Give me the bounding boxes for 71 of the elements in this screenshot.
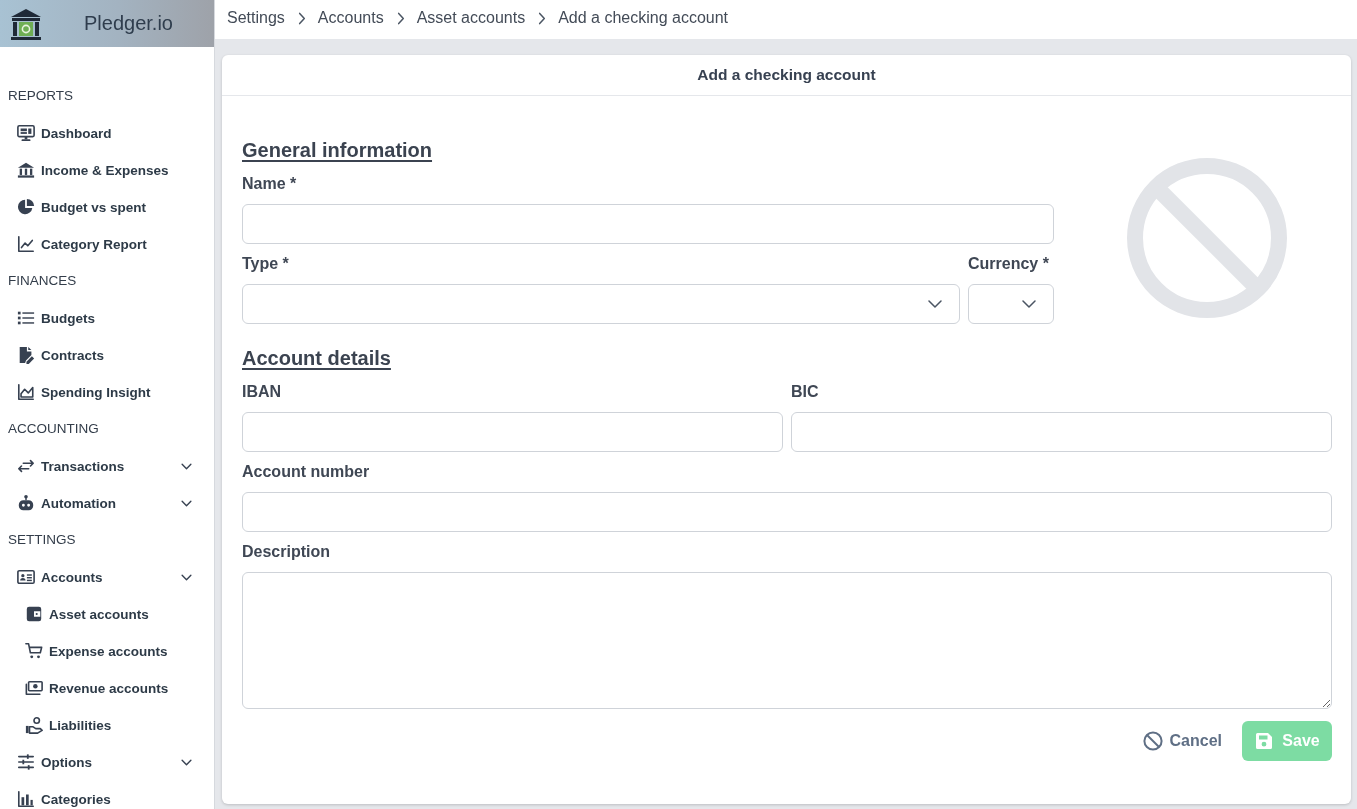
field-label: Description	[242, 542, 331, 562]
nav-subitem[interactable]: Revenue accounts	[25, 678, 192, 698]
list-icon	[17, 309, 35, 327]
breadcrumb-link[interactable]: Settings	[227, 9, 285, 30]
pie-chart-icon	[17, 198, 35, 216]
chevron-down-icon	[181, 462, 192, 470]
section-heading: General information	[242, 138, 434, 162]
nav-section-title: SETTINGS	[7, 531, 77, 549]
app-name: Pledger.io	[84, 12, 173, 35]
chevron-right-icon	[396, 12, 405, 25]
textarea-field[interactable]	[242, 572, 1332, 709]
nav-item[interactable]: Dashboard	[17, 123, 192, 143]
dropdown-field[interactable]	[242, 284, 960, 324]
chevron-down-icon	[181, 573, 192, 581]
field-label: BIC	[791, 382, 820, 402]
nav-item[interactable]: Spending Insight	[17, 382, 192, 402]
swap-arrows-icon	[17, 457, 35, 475]
chevron-down-icon	[1022, 300, 1036, 308]
text-field[interactable]	[791, 412, 1332, 452]
robot-icon	[17, 494, 35, 512]
dropdown-field[interactable]	[968, 284, 1054, 324]
nav-item[interactable]: Income & Expenses	[17, 160, 192, 180]
monitor-icon	[17, 124, 35, 142]
cancel-button[interactable]: Cancel	[1142, 721, 1222, 761]
chevron-down-icon	[928, 300, 942, 308]
section-heading: Account details	[242, 346, 392, 370]
field-label: IBAN	[242, 382, 283, 402]
file-pen-icon	[17, 346, 35, 364]
breadcrumb-link[interactable]: Accounts	[317, 9, 384, 30]
nav-section-title: FINANCES	[7, 272, 78, 290]
nav-item[interactable]: Automation	[17, 493, 192, 513]
chevron-down-icon	[181, 758, 192, 766]
id-card-icon	[17, 568, 35, 586]
text-field[interactable]	[242, 204, 1054, 244]
chevron-right-icon	[538, 12, 547, 25]
building-columns-icon	[17, 161, 35, 179]
nav-subitem[interactable]: Expense accounts	[25, 641, 192, 661]
cart-icon	[25, 642, 43, 660]
card-title: Add a checking account	[697, 66, 876, 84]
nav-item[interactable]: Options	[17, 752, 192, 772]
nav-item[interactable]: Categories	[17, 789, 192, 809]
no-image-ban-icon	[1127, 158, 1287, 318]
nav-item[interactable]: Contracts	[17, 345, 192, 365]
bar-chart-icon	[17, 790, 35, 808]
nav-section-title: REPORTS	[7, 87, 74, 105]
chevron-down-icon	[181, 499, 192, 507]
breadcrumb-link[interactable]: Asset accounts	[416, 9, 526, 30]
nav-section-title: ACCOUNTING	[7, 420, 100, 438]
nav-item[interactable]: Category Report	[17, 234, 192, 254]
nav-subitem[interactable]: Asset accounts	[25, 604, 192, 624]
text-field[interactable]	[242, 412, 783, 452]
field-label: Name *	[242, 174, 298, 194]
banknote-icon	[25, 679, 43, 697]
nav-subitem[interactable]: Liabilities	[25, 715, 192, 735]
nav-item[interactable]: Budget vs spent	[17, 197, 192, 217]
ban-icon	[1142, 731, 1163, 751]
text-field[interactable]	[242, 492, 1332, 532]
line-chart-icon	[17, 235, 35, 253]
breadcrumb-current: Add a checking account	[558, 9, 728, 28]
nav-item[interactable]: Transactions	[17, 456, 192, 476]
area-chart-icon	[17, 383, 35, 401]
field-label: Account number	[242, 462, 371, 482]
sliders-icon	[17, 753, 35, 771]
field-label: Type *	[242, 254, 290, 274]
hand-user-icon	[25, 716, 43, 734]
chevron-right-icon	[297, 12, 306, 25]
wallet-icon	[25, 605, 43, 623]
field-label: Currency *	[968, 254, 1050, 274]
nav-item[interactable]: Accounts	[17, 567, 192, 587]
bank-logo-icon	[10, 7, 42, 40]
nav-item[interactable]: Budgets	[17, 308, 192, 328]
